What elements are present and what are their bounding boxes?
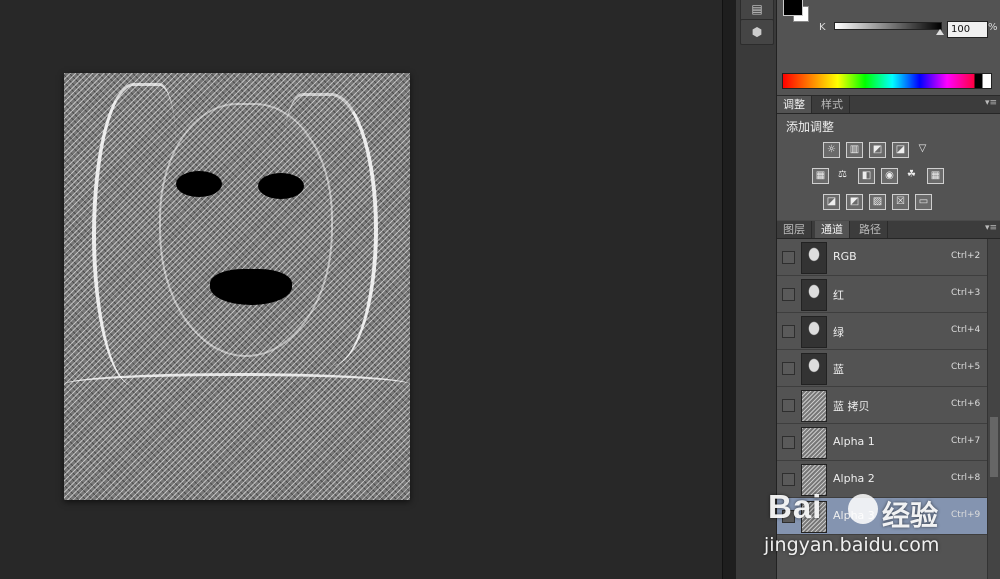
- channel-name: 蓝: [833, 363, 844, 376]
- add-adjustment-title: 添加调整: [786, 120, 835, 134]
- channel-shortcut: Ctrl+2: [951, 251, 981, 261]
- channel-row-blue[interactable]: 蓝 Ctrl+5: [777, 350, 987, 387]
- visibility-eye-icon[interactable]: [782, 436, 795, 449]
- channel-name: 绿: [833, 326, 844, 339]
- channel-shortcut: Ctrl+7: [951, 436, 981, 446]
- channel-name: 红: [833, 289, 844, 302]
- channels-tab-bar: 图层 通道 路径 ▾≡: [777, 221, 1000, 239]
- visibility-eye-icon[interactable]: [782, 251, 795, 264]
- channel-name: 蓝 拷贝: [833, 400, 870, 413]
- brightness-contrast-icon[interactable]: ☼: [823, 142, 840, 158]
- channel-shortcut: Ctrl+3: [951, 288, 981, 298]
- channel-thumbnail: [801, 242, 827, 274]
- channel-shortcut: Ctrl+4: [951, 325, 981, 335]
- channel-row-green[interactable]: 绿 Ctrl+4: [777, 313, 987, 350]
- cube-icon[interactable]: ⬢: [740, 19, 774, 45]
- k-slider-track[interactable]: [834, 22, 942, 30]
- color-lookup-icon[interactable]: ▦: [927, 168, 944, 184]
- photo-filter-icon[interactable]: ◉: [881, 168, 898, 184]
- hue-saturation-icon[interactable]: ▦: [812, 168, 829, 184]
- watermark-brand: Bai: [768, 488, 823, 525]
- invert-icon[interactable]: ◪: [823, 194, 840, 210]
- channel-row-alpha-1[interactable]: Alpha 1 Ctrl+7: [777, 424, 987, 461]
- visibility-eye-icon[interactable]: [782, 325, 795, 338]
- channel-mixer-icon[interactable]: ☘: [904, 168, 919, 182]
- selective-color-icon[interactable]: ☒: [892, 194, 909, 210]
- tab-styles[interactable]: 样式: [815, 96, 850, 113]
- panel-menu-icon[interactable]: ▾≡: [985, 223, 997, 233]
- tab-paths[interactable]: 路径: [853, 221, 888, 238]
- black-white-icon[interactable]: ◧: [858, 168, 875, 184]
- foreground-color-swatch[interactable]: [783, 0, 803, 16]
- vibrance-icon[interactable]: ▽: [915, 142, 930, 156]
- document-image-embossed-portrait[interactable]: [64, 73, 410, 500]
- visibility-eye-icon[interactable]: [782, 399, 795, 412]
- visibility-eye-icon[interactable]: [782, 473, 795, 486]
- visibility-eye-icon[interactable]: [782, 288, 795, 301]
- channel-thumbnail: [801, 390, 827, 422]
- channel-shortcut: Ctrl+8: [951, 473, 981, 483]
- document-canvas-area[interactable]: [0, 0, 722, 579]
- watermark-url: jingyan.baidu.com: [764, 534, 940, 556]
- color-balance-icon[interactable]: ⚖: [835, 168, 850, 182]
- channel-name: RGB: [833, 250, 857, 263]
- channel-name: Alpha 1: [833, 435, 875, 448]
- exposure-icon[interactable]: ◪: [892, 142, 909, 158]
- k-channel-label: K: [819, 22, 826, 33]
- gradient-map-icon[interactable]: ▭: [915, 194, 932, 210]
- adjustments-panel: 添加调整 ☼ ▥ ◩ ◪ ▽ ▦ ⚖ ◧ ◉ ☘ ▦ ◪ ◩ ▨ ☒ ▭: [777, 114, 1000, 220]
- adjustments-tab-bar: 调整 样式 ▾≡: [777, 96, 1000, 114]
- panel-dock-divider[interactable]: [722, 0, 737, 579]
- scrollbar-thumb[interactable]: [990, 417, 998, 477]
- tab-adjustments[interactable]: 调整: [777, 96, 812, 113]
- left-eye-region: [176, 171, 222, 197]
- visibility-eye-icon[interactable]: [782, 362, 795, 375]
- percent-label: %: [988, 22, 998, 33]
- tab-layers[interactable]: 图层: [777, 221, 812, 238]
- channel-shortcut: Ctrl+5: [951, 362, 981, 372]
- channel-shortcut: Ctrl+6: [951, 399, 981, 409]
- channel-row-rgb[interactable]: RGB Ctrl+2: [777, 239, 987, 276]
- right-eye-region: [258, 173, 304, 199]
- baidu-paw-icon: [848, 494, 878, 524]
- posterize-icon[interactable]: ◩: [846, 194, 863, 210]
- levels-icon[interactable]: ▥: [846, 142, 863, 158]
- tab-channels[interactable]: 通道: [815, 221, 850, 238]
- panel-menu-icon[interactable]: ▾≡: [985, 98, 997, 108]
- channel-thumbnail: [801, 279, 827, 311]
- channel-thumbnail: [801, 353, 827, 385]
- threshold-icon[interactable]: ▨: [869, 194, 886, 210]
- color-spectrum-ramp[interactable]: [782, 73, 992, 89]
- k-value-input[interactable]: 100: [947, 21, 988, 38]
- channel-row-red[interactable]: 红 Ctrl+3: [777, 276, 987, 313]
- baidu-jingyan-watermark: Bai 经验 jingyan.baidu.com: [760, 488, 1000, 558]
- mouth-region: [210, 269, 292, 305]
- channel-name: Alpha 2: [833, 472, 875, 485]
- channel-thumbnail: [801, 427, 827, 459]
- color-panel: K 100 %: [777, 0, 1000, 96]
- k-slider-thumb[interactable]: [936, 29, 944, 35]
- curves-icon[interactable]: ◩: [869, 142, 886, 158]
- shoulder-contour: [64, 373, 410, 396]
- watermark-brand-cn: 经验: [882, 499, 939, 532]
- channel-row-blue-copy[interactable]: 蓝 拷贝 Ctrl+6: [777, 387, 987, 424]
- channel-thumbnail: [801, 316, 827, 348]
- face-contour: [159, 103, 333, 357]
